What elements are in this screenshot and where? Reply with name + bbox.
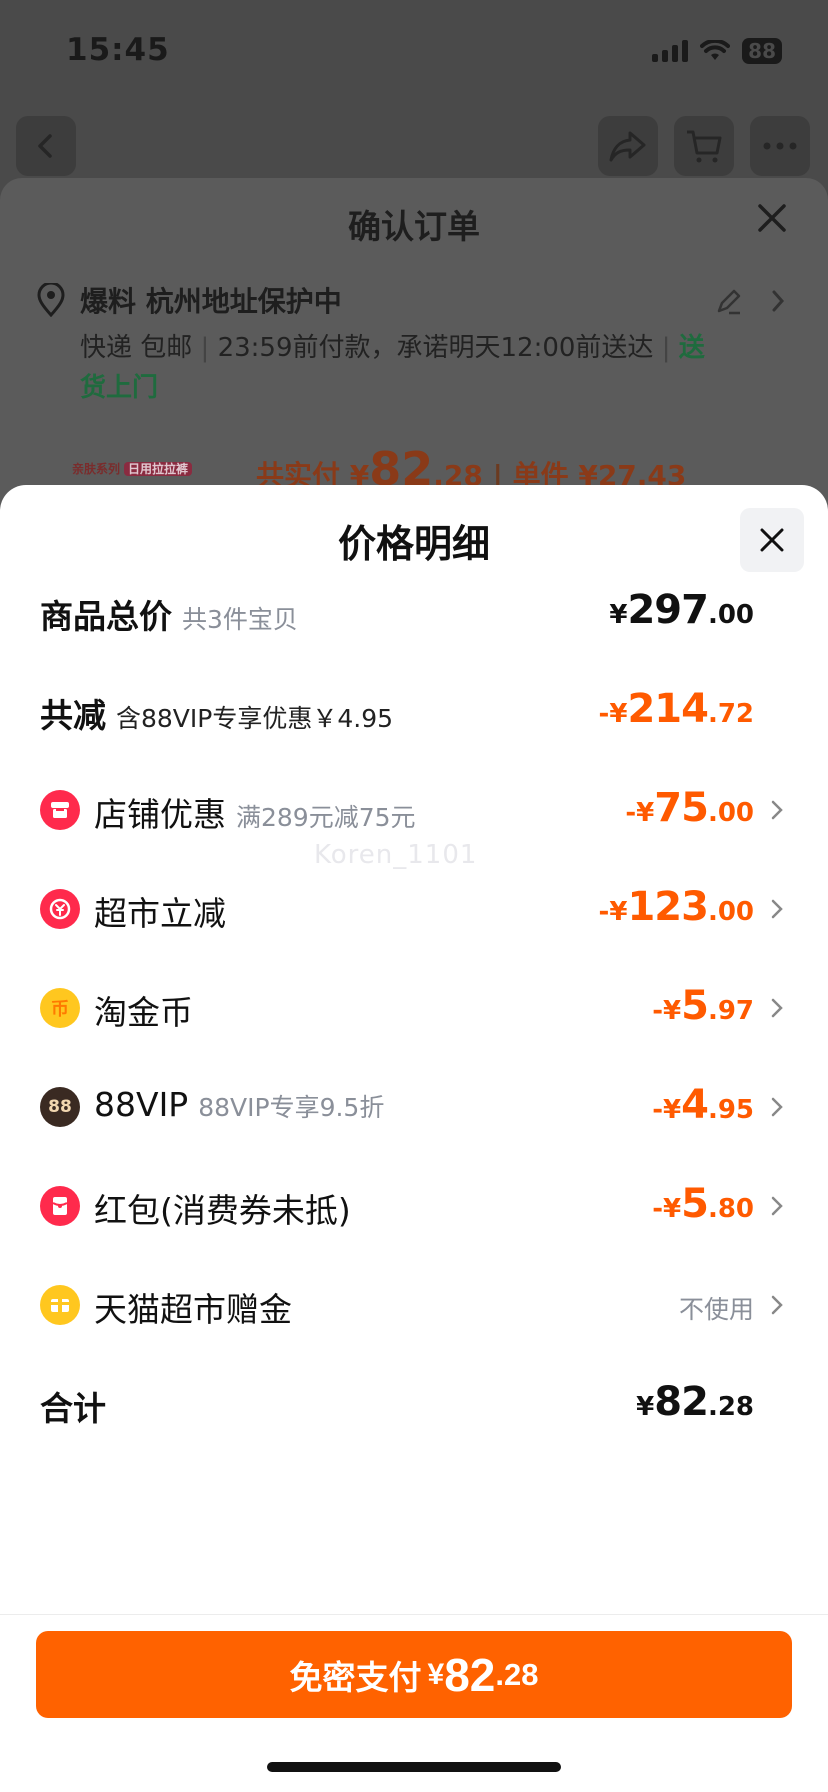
chevron-right-icon [771,1295,783,1315]
pay-button-label: 免密支付 [289,1658,422,1696]
row-amount: -¥ 214.72 [598,686,754,732]
confirm-order-sheet: 确认订单 爆料 杭州地址保护中 快递 包邮 | 23:59前付款，承诺明天12:… [0,178,828,508]
row-amount: ¥82.28 [636,1379,754,1425]
row-label: 淘金币 [94,993,193,1032]
wifi-icon [700,40,731,60]
row-label: 共减 含88VIP专享优惠￥4.95 [40,696,394,735]
signal-icon [652,40,689,62]
chevron-right-icon [771,1097,783,1117]
gold-coin-icon: 币 [40,988,80,1028]
chevron-right-icon [771,998,783,1018]
row-sub: 满289元减75元 [236,803,416,832]
pay-button-dec: .28 [495,1656,539,1692]
home-indicator[interactable] [267,1762,561,1772]
shipping-text: 快递 包邮 [80,333,193,363]
status-bar: 15:45 88 [0,0,828,100]
chevron-right-icon [772,290,785,312]
more-icon [763,142,797,150]
pay-button-currency: ¥ [427,1657,445,1691]
row-supermarket-discount[interactable]: 超市立减 -¥ 123.00 [0,874,828,944]
tmall-bonus-icon [40,1285,80,1325]
location-pin-icon [37,283,65,317]
row-label: 天猫超市赠金 [94,1290,292,1329]
row-amount: ¥297.00 [609,587,754,633]
sheet-title: 价格明细 [337,522,490,566]
row-amount: -¥ 75.00 [625,785,754,831]
row-grand-total: 合计 ¥82.28 [0,1369,828,1439]
pay-button[interactable]: 免密支付 ¥ 82 .28 [36,1631,792,1718]
row-total-discount: 共减 含88VIP专享优惠￥4.95 -¥ 214.72 [0,676,828,746]
share-icon [609,131,646,162]
vip-icon: 88 [40,1087,80,1127]
pay-button-int: 82 [444,1648,496,1701]
delivery-note: 23:59前付款，承诺明天12:00前送达 [217,333,654,363]
row-sub: 含88VIP专享优惠￥4.95 [116,704,394,733]
red-packet-icon [40,1186,80,1226]
product-tags: 亲肤系列 日用拉拉裤 [72,460,193,477]
confirm-order-title: 确认订单 [348,207,480,246]
row-tmall-bonus[interactable]: 天猫超市赠金 不使用 [0,1270,828,1340]
row-sub: 共3件宝贝 [182,605,298,634]
address-row[interactable]: 爆料 杭州地址保护中 [36,280,342,320]
battery-icon: 88 [742,38,782,64]
more-button[interactable] [750,116,810,176]
back-button[interactable] [16,116,76,176]
row-label: 商品总价 共3件宝贝 [40,597,298,636]
row-label: 红包(消费券未抵) [94,1191,351,1230]
chevron-right-icon [771,1196,783,1216]
watermark: Koren_1101 [314,840,478,870]
row-label: 合计 [40,1389,106,1428]
row-amount: -¥ 4.95 [652,1082,754,1128]
product-tag: 日用拉拉裤 [124,462,193,476]
cart-icon [687,130,722,163]
row-label: 超市立减 [94,894,226,933]
price-detail-sheet: 价格明细 商品总价 共3件宝贝 ¥297.00 共减 含88VIP专享优惠￥4.95… [0,485,828,1792]
chevron-left-icon [38,134,52,158]
chevron-right-icon [771,899,783,919]
delivery-info: 快递 包邮 | 23:59前付款，承诺明天12:00前送达 | 送货上门 [80,333,705,403]
row-amount: -¥ 123.00 [598,884,754,930]
status-indicators: 88 [652,38,782,64]
row-label: 店铺优惠 满289元减75元 [94,795,416,834]
row-value-text: 不使用 [678,1295,754,1324]
share-button[interactable] [598,116,658,176]
supermarket-discount-icon [40,889,80,929]
row-red-packet[interactable]: 红包(消费券未抵) -¥ 5.80 [0,1171,828,1241]
row-shop-discount[interactable]: 店铺优惠 满289元减75元 -¥ 75.00 [0,775,828,845]
address-name: 爆料 杭州地址保护中 [80,285,342,318]
row-item-total: 商品总价 共3件宝贝 ¥297.00 [0,577,828,647]
product-series: 亲肤系列 [72,462,121,476]
row-label: 88VIP 88VIP专享9.5折 [94,1085,385,1124]
shop-icon [40,790,80,830]
edit-icon[interactable] [714,286,744,316]
footer-divider [0,1614,828,1615]
row-taojinbi[interactable]: 币 淘金币 -¥ 5.97 [0,973,828,1043]
close-icon[interactable] [754,200,790,236]
row-amount: -¥ 5.80 [652,1181,754,1227]
cart-button[interactable] [674,116,734,176]
sheet-close-button[interactable] [740,508,804,572]
row-amount: -¥ 5.97 [652,983,754,1029]
chevron-right-icon [771,800,783,820]
status-time: 15:45 [66,32,170,68]
row-88vip[interactable]: 88 88VIP 88VIP专享9.5折 -¥ 4.95 [0,1072,828,1142]
close-icon [760,528,784,552]
row-sub: 88VIP专享9.5折 [198,1093,385,1122]
